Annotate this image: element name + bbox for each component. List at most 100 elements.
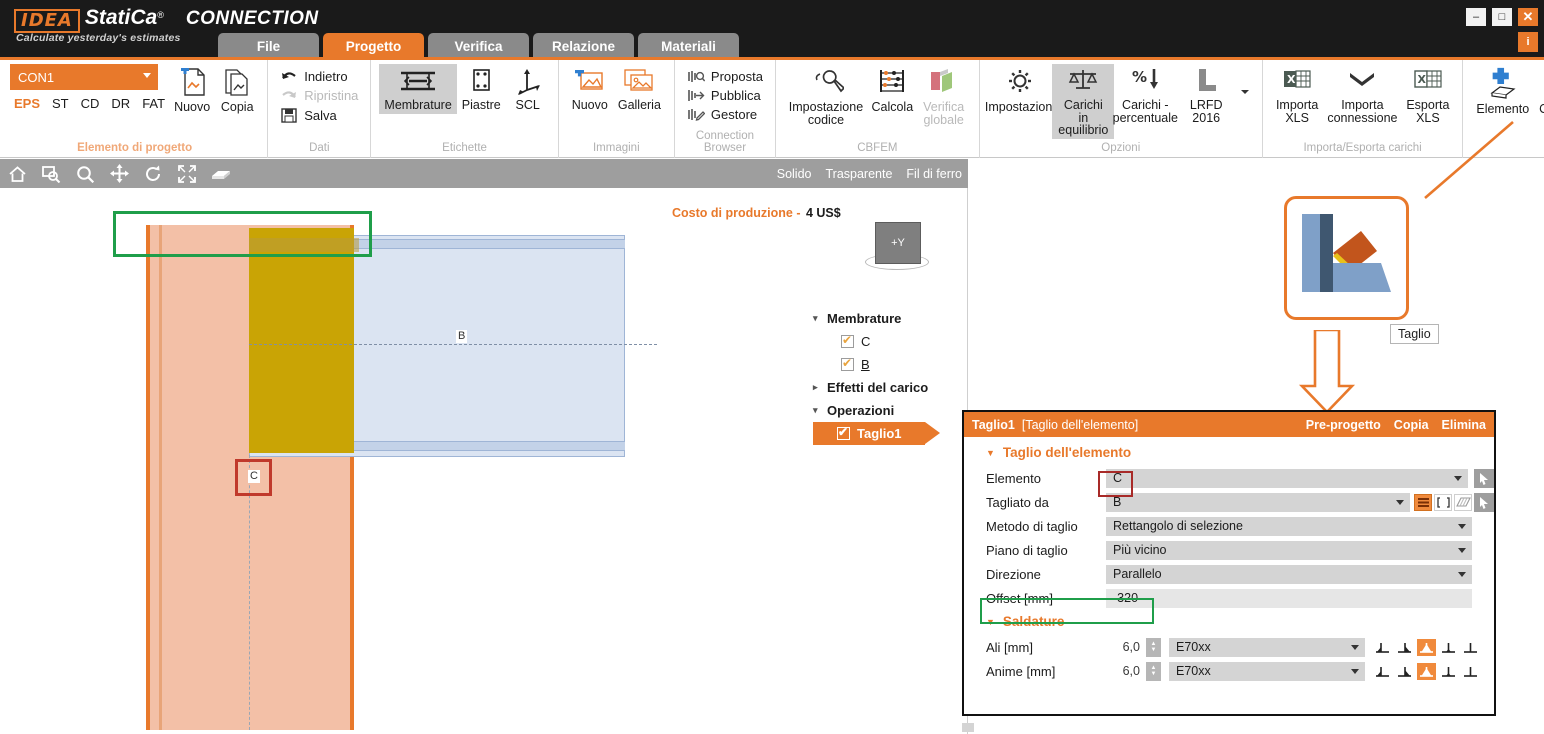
home-icon[interactable] [0,159,34,188]
view-mode-solido[interactable]: Solido [777,167,812,181]
pick-element-button[interactable] [1474,468,1494,488]
weld-type-double-fillet-icon-2[interactable] [1417,662,1436,680]
manager-button[interactable]: Gestore [683,106,767,123]
pick-cutting-member-button[interactable] [1474,492,1494,512]
weld-type-none-icon-2[interactable] [1461,663,1480,680]
checkbox-taglio1[interactable] [837,425,850,440]
export-xls-button[interactable]: X Esporta XLS [1401,64,1454,126]
maximize-button[interactable]: □ [1492,8,1512,26]
delete-action[interactable]: Elimina [1442,418,1486,432]
labels-members-button[interactable]: Membrature [379,64,457,114]
property-field-piano-di-taglio[interactable]: Più vicino [1106,540,1472,560]
redo-button[interactable]: Ripristina [276,87,362,104]
pan-icon[interactable] [102,159,136,188]
proposal-button[interactable]: Proposta [683,68,767,85]
fit-screen-icon[interactable] [170,159,204,188]
info-button[interactable]: i [1518,32,1538,52]
expand-triangle-icon: ▾ [813,313,818,323]
loads-equilibrium-button[interactable]: Carichi in equilibrio [1052,64,1115,139]
weld-type-fillet-left-icon[interactable] [1373,639,1392,656]
tree-node-taglio1[interactable]: Taglio1 [813,422,940,445]
new-member-button[interactable]: Elemento [1471,64,1534,118]
weld-size-anime[interactable]: 6,0 [1106,664,1140,678]
cut-by-bounding-box-icon[interactable] [1434,493,1452,511]
weld-type-fillet-right-icon[interactable] [1395,639,1414,656]
tab-verifica[interactable]: Verifica [428,33,529,60]
settings-button[interactable]: Impostazioni [985,64,1055,116]
gallery-button[interactable]: Galleria [613,64,666,114]
tree-node-member-b[interactable]: B [813,353,973,376]
undo-button[interactable]: Indietro [276,68,362,85]
global-check-button[interactable]: Verifica globale [917,64,971,128]
preliminary-design-action[interactable]: Pre-progetto [1306,418,1381,432]
weld-size-ali[interactable]: 6,0 [1106,640,1140,654]
connection-selector[interactable]: CON1 [10,64,158,90]
import-connection-button[interactable]: Importa connessione [1323,64,1401,126]
minimize-button[interactable]: – [1466,8,1486,26]
new-load-button[interactable]: Carico [1534,64,1544,118]
design-code-dropdown[interactable] [1236,64,1254,98]
code-setup-button[interactable]: Impostazione codice [784,64,868,128]
new-image-button[interactable]: Nuovo [567,64,613,114]
tab-file[interactable]: File [218,33,319,60]
cut-by-plane-icon[interactable] [1454,493,1472,511]
view-cube[interactable]: +Y [865,222,929,278]
code-cd[interactable]: CD [81,96,100,111]
property-field-direzione[interactable]: Parallelo [1106,564,1472,584]
weld-type-double-fillet-icon[interactable] [1417,638,1436,656]
code-st[interactable]: ST [52,96,69,111]
weld-type-fillet-right-icon-2[interactable] [1395,663,1414,680]
section-header-saldature[interactable]: ▼ Saldature [964,610,1494,635]
zoom-icon[interactable] [68,159,102,188]
view-mode-trasparente[interactable]: Trasparente [825,167,892,181]
tree-node-member-c[interactable]: C [813,330,973,353]
production-cost-label: Costo di produzione [672,206,793,220]
design-code-button[interactable]: LRFD 2016 [1176,64,1236,126]
zoom-window-icon[interactable] [34,159,68,188]
property-field-metodo-di-taglio[interactable]: Rettangolo di selezione [1106,516,1472,536]
property-field-offset[interactable]: -320 [1106,588,1472,608]
calculate-label: Calcola [871,100,914,114]
weld-size-ali-stepper[interactable]: ▲ ▼ [1146,637,1161,657]
weld-type-partial-icon[interactable] [1439,639,1458,656]
tree-node-operazioni[interactable]: ▾ Operazioni [813,399,973,422]
checkbox-member-b[interactable] [841,356,854,371]
weld-type-none-icon[interactable] [1461,639,1480,656]
tree-node-effetti-del-carico[interactable]: ▸ Effetti del carico [813,376,973,399]
code-dr[interactable]: DR [111,96,130,111]
loads-percentage-button[interactable]: % Carichi - percentuale [1113,64,1178,126]
tab-progetto[interactable]: Progetto [323,33,424,60]
copy-element-button[interactable]: Copia [215,64,259,116]
code-fat[interactable]: FAT [142,96,165,111]
close-button[interactable]: ✕ [1518,8,1538,26]
copy-action[interactable]: Copia [1394,418,1429,432]
property-field-tagliato-da[interactable]: B [1106,492,1410,512]
weld-type-partial-icon-2[interactable] [1439,663,1458,680]
property-field-anime-electrode[interactable]: E70xx [1169,661,1365,681]
section-header-taglio-elemento[interactable]: ▼ Taglio dell'elemento [964,437,1494,466]
tree-node-membrature[interactable]: ▾ Membrature [813,307,973,330]
tab-relazione[interactable]: Relazione [533,33,634,60]
property-value-piano-di-taglio: Più vicino [1113,543,1167,557]
import-xls-button[interactable]: X Importa XLS [1271,64,1324,126]
publish-button[interactable]: Pubblica [683,87,767,104]
tab-materiali[interactable]: Materiali [638,33,739,60]
view-cube-face[interactable]: +Y [875,222,921,264]
save-button[interactable]: Salva [276,106,362,124]
property-field-ali-electrode[interactable]: E70xx [1169,637,1365,657]
property-label-metodo-di-taglio: Metodo di taglio [986,518,1078,534]
property-field-elemento[interactable]: C [1106,468,1468,488]
cut-by-member-icon[interactable] [1414,493,1432,511]
box-view-icon[interactable] [204,159,238,188]
view-mode-fil-di-ferro[interactable]: Fil di ferro [906,167,962,181]
rotate-icon[interactable] [136,159,170,188]
weld-type-fillet-left-icon-2[interactable] [1373,663,1392,680]
weld-size-anime-stepper[interactable]: ▲ ▼ [1146,661,1161,681]
checkbox-member-c[interactable] [841,333,854,348]
calculate-button[interactable]: Calcola [868,64,917,116]
labels-scl-button[interactable]: SCL [506,64,550,114]
labels-plates-button[interactable]: Piastre [457,64,506,114]
new-element-button[interactable]: Nuovo [169,64,215,116]
code-eps[interactable]: EPS [14,96,40,111]
model-cut-plate[interactable] [249,228,354,453]
